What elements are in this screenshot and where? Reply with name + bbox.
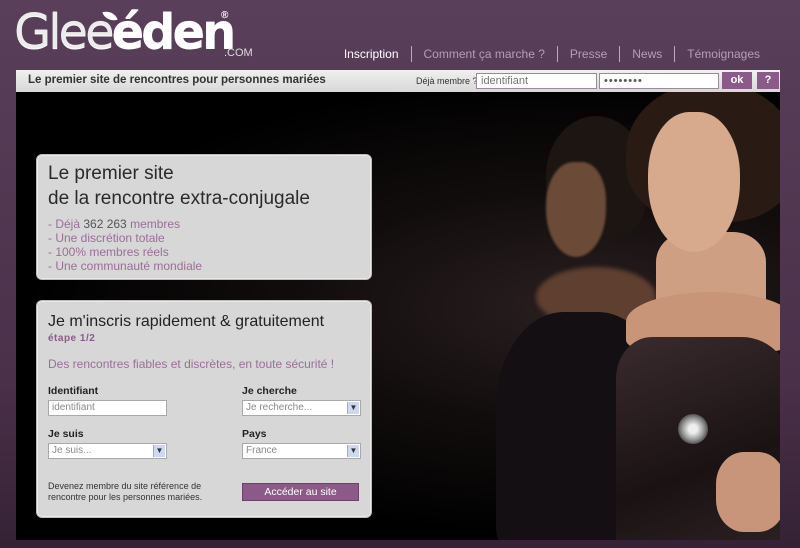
promo-headline: Le premier site de la rencontre extra-co… [48, 163, 310, 209]
access-site-button[interactable]: Accéder au site [242, 483, 359, 501]
nav-how-it-works[interactable]: Comment ça marche ? [410, 46, 557, 62]
chevron-down-icon: ▼ [153, 445, 165, 457]
help-button[interactable]: ? [757, 72, 779, 89]
hero-stage: Le premier site de la rencontre extra-co… [16, 92, 780, 540]
signup-subtitle: Des rencontres fiables et discrètes, en … [48, 357, 335, 371]
iam-label: Je suis [48, 428, 84, 440]
hero-photo [476, 92, 780, 540]
signup-username-input[interactable]: identifiant [48, 400, 167, 416]
list-item: - Une discrétion totale [48, 231, 165, 245]
logo-domain-suffix: .COM [224, 47, 253, 59]
signup-panel: Je m'inscris rapidement & gratuitement é… [36, 300, 372, 518]
login-username-input[interactable] [476, 73, 597, 89]
registered-mark: ® [221, 10, 229, 21]
nav-press[interactable]: Presse [556, 46, 619, 62]
list-item: - Déjà 362 263 membres [48, 217, 181, 231]
username-label: Identifiant [48, 385, 99, 397]
brooch-image [678, 414, 708, 444]
country-select[interactable]: France ▼ [242, 443, 361, 459]
list-item: - 100% membres réels [48, 245, 169, 259]
signup-footer-text: Devenez membre du site référence de renc… [48, 481, 203, 502]
iam-select[interactable]: Je suis... ▼ [48, 443, 167, 459]
member-label: Déjà membre ? [416, 76, 478, 86]
login-bar: Le premier site de rencontres pour perso… [16, 70, 780, 93]
login-password-input[interactable] [599, 73, 719, 89]
top-navigation: Inscription Comment ça marche ? Presse N… [332, 46, 772, 62]
country-label: Pays [242, 428, 267, 440]
seeking-select[interactable]: Je recherche... ▼ [242, 400, 361, 416]
promo-panel: Le premier site de la rencontre extra-co… [36, 154, 372, 280]
chevron-down-icon: ▼ [347, 402, 359, 414]
signup-step: étape 1/2 [48, 333, 96, 344]
chevron-down-icon: ▼ [347, 445, 359, 457]
login-ok-button[interactable]: ok [722, 72, 752, 89]
promo-bullets: - Déjà 362 263 membres - Une discrétion … [48, 217, 202, 273]
nav-inscription[interactable]: Inscription [332, 46, 411, 62]
site-tagline: Le premier site de rencontres pour perso… [28, 74, 326, 86]
nav-testimonials[interactable]: Témoignages [674, 46, 772, 62]
seeking-label: Je cherche [242, 385, 297, 397]
member-count: 362 263 [83, 217, 127, 231]
logo-wordmark: Gleeéden [14, 4, 236, 60]
nav-news[interactable]: News [619, 46, 674, 62]
list-item: - Une communauté mondiale [48, 259, 203, 273]
signup-title: Je m'inscris rapidement & gratuitement [48, 313, 325, 330]
